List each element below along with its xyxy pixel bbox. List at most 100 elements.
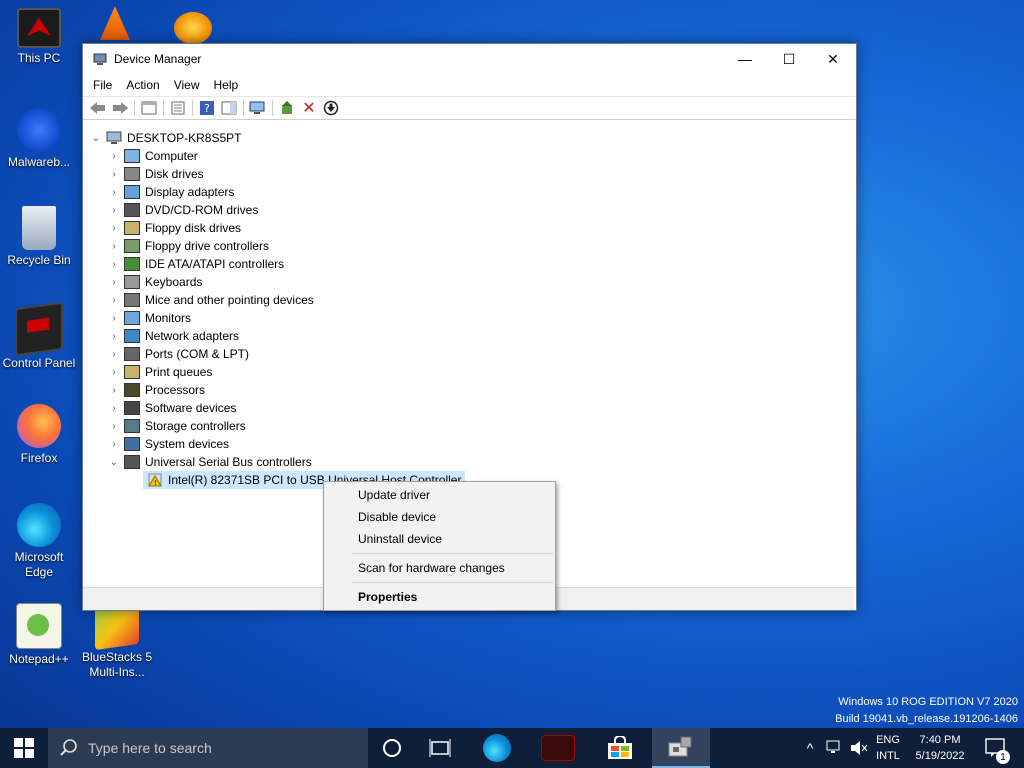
- title-bar[interactable]: Device Manager — ☐ ✕: [83, 44, 856, 74]
- properties-icon[interactable]: [167, 98, 189, 118]
- chevron-right-icon[interactable]: ›: [107, 439, 121, 450]
- download-driver-icon[interactable]: [320, 98, 342, 118]
- chevron-right-icon[interactable]: ›: [107, 187, 121, 198]
- store-bag-icon: [608, 736, 632, 759]
- taskbar-rog-app[interactable]: [534, 728, 582, 768]
- tree-item-label: Universal Serial Bus controllers: [145, 455, 312, 469]
- cortana-button[interactable]: [370, 728, 414, 768]
- chevron-right-icon[interactable]: ›: [107, 403, 121, 414]
- menu-help[interactable]: Help: [208, 78, 245, 92]
- minimize-button[interactable]: —: [723, 44, 767, 74]
- clock-time: 7:40 PM: [919, 734, 961, 746]
- desktop-icon-bluestacks[interactable]: BlueStacks 5 Multi-Ins...: [78, 599, 156, 680]
- tree-item-universal-serial-bus-controllers[interactable]: ⌄ Universal Serial Bus controllers: [107, 453, 312, 471]
- desktop-icon-notepadpp[interactable]: Notepad++: [0, 603, 78, 667]
- desktop-icon-label: Microsoft Edge: [14, 550, 64, 579]
- network-icon[interactable]: [824, 728, 846, 768]
- chevron-right-icon[interactable]: ›: [107, 385, 121, 396]
- volume-muted-icon[interactable]: [848, 728, 870, 768]
- cortana-circle-icon: [383, 739, 401, 757]
- chevron-right-icon[interactable]: ›: [107, 295, 121, 306]
- desktop-icon-recycle-bin[interactable]: Recycle Bin: [0, 206, 78, 268]
- chevron-right-icon[interactable]: ›: [107, 331, 121, 342]
- chevron-right-icon[interactable]: ›: [107, 151, 121, 162]
- tree-item-display-adapters[interactable]: › Display adapters: [107, 183, 234, 201]
- menu-item-uninstall-device[interactable]: Uninstall device: [358, 528, 442, 550]
- task-view-button[interactable]: [418, 728, 462, 768]
- maximize-button[interactable]: ☐: [767, 44, 811, 74]
- notification-center-button[interactable]: 1: [976, 728, 1016, 768]
- uninstall-device-icon[interactable]: ✕: [298, 98, 320, 118]
- tree-item-software-devices[interactable]: › Software devices: [107, 399, 236, 417]
- taskbar-store[interactable]: [596, 728, 644, 768]
- chevron-right-icon[interactable]: ›: [107, 349, 121, 360]
- tree-item-floppy-disk-drives[interactable]: › Floppy disk drives: [107, 219, 241, 237]
- chevron-up-icon[interactable]: ^: [800, 728, 820, 768]
- tree-root-label: DESKTOP-KR8S5PT: [127, 131, 242, 145]
- chevron-right-icon[interactable]: ›: [107, 241, 121, 252]
- show-hide-console-tree-icon[interactable]: [138, 98, 160, 118]
- chevron-down-icon[interactable]: ⌄: [89, 133, 103, 144]
- desktop-icon-this-pc[interactable]: This PC: [0, 8, 78, 66]
- back-arrow-icon[interactable]: [87, 98, 109, 118]
- tree-item-label: System devices: [145, 437, 230, 451]
- malwarebytes-icon: [17, 108, 61, 152]
- menu-item-disable-device[interactable]: Disable device: [358, 506, 436, 528]
- tree-item-disk-drives[interactable]: › Disk drives: [107, 165, 204, 183]
- desktop-icon-firefox[interactable]: Firefox: [0, 404, 78, 466]
- tree-item-ports-com-lpt[interactable]: › Ports (COM & LPT): [107, 345, 249, 363]
- chevron-right-icon[interactable]: ›: [107, 259, 121, 270]
- chevron-right-icon[interactable]: ›: [107, 421, 121, 432]
- clock[interactable]: 7:40 PM 5/19/2022: [908, 728, 972, 768]
- taskbar-device-manager[interactable]: [652, 728, 710, 768]
- chevron-right-icon[interactable]: ›: [107, 169, 121, 180]
- desktop-icon-control-panel[interactable]: Control Panel: [0, 301, 78, 371]
- computer-icon: [106, 131, 122, 145]
- tree-item-processors[interactable]: › Processors: [107, 381, 205, 399]
- chevron-right-icon[interactable]: ›: [107, 367, 121, 378]
- input-language-indicator[interactable]: ENG INTL: [872, 728, 904, 768]
- tree-item-network-adapters[interactable]: › Network adapters: [107, 327, 239, 345]
- tree-item-label: Display adapters: [145, 185, 235, 199]
- tree-root[interactable]: ⌄ DESKTOP-KR8S5PT: [89, 129, 242, 147]
- chevron-right-icon[interactable]: ›: [107, 223, 121, 234]
- tree-item-floppy-drive-controllers[interactable]: › Floppy drive controllers: [107, 237, 269, 255]
- desktop-icon-malwarebytes[interactable]: Malwareb...: [0, 108, 78, 170]
- control-panel-icon: [15, 301, 63, 357]
- chevron-right-icon[interactable]: ›: [107, 277, 121, 288]
- toolbar-separator: [163, 100, 164, 116]
- desktop-icon-edge[interactable]: Microsoft Edge: [0, 503, 78, 580]
- tree-item-print-queues[interactable]: › Print queues: [107, 363, 212, 381]
- scan-hardware-icon[interactable]: [247, 98, 269, 118]
- action-pane-icon[interactable]: [218, 98, 240, 118]
- tree-item-computer[interactable]: › Computer: [107, 147, 198, 165]
- chevron-right-icon[interactable]: ›: [107, 313, 121, 324]
- menu-action[interactable]: Action: [120, 78, 165, 92]
- help-icon[interactable]: ?: [196, 98, 218, 118]
- tree-item-ide-ata-atapi-controllers[interactable]: › IDE ATA/ATAPI controllers: [107, 255, 284, 273]
- tree-item-storage-controllers[interactable]: › Storage controllers: [107, 417, 246, 435]
- tree-item-monitors[interactable]: › Monitors: [107, 309, 191, 327]
- tree-item-system-devices[interactable]: › System devices: [107, 435, 229, 453]
- tree-item-keyboards[interactable]: › Keyboards: [107, 273, 202, 291]
- chevron-right-icon[interactable]: ›: [107, 205, 121, 216]
- menu-item-scan-hardware[interactable]: Scan for hardware changes: [358, 557, 505, 579]
- update-driver-icon[interactable]: [276, 98, 298, 118]
- tree-item-dvd-cd-rom-drives[interactable]: › DVD/CD-ROM drives: [107, 201, 258, 219]
- close-button[interactable]: ✕: [811, 44, 855, 74]
- app-icon[interactable]: [174, 12, 212, 44]
- forward-arrow-icon[interactable]: [109, 98, 131, 118]
- menu-item-update-driver[interactable]: Update driver: [358, 484, 430, 506]
- menu-item-properties[interactable]: Properties: [358, 586, 417, 608]
- chevron-down-icon[interactable]: ⌄: [107, 457, 121, 468]
- start-button[interactable]: [0, 728, 48, 768]
- device-category-icon: [124, 347, 140, 361]
- taskbar-search-box[interactable]: Type here to search: [48, 728, 368, 768]
- taskbar-edge[interactable]: [474, 728, 520, 768]
- menu-view[interactable]: View: [168, 78, 206, 92]
- tree-item-mice-and-other-pointing-devices[interactable]: › Mice and other pointing devices: [107, 291, 314, 309]
- rog-icon: [541, 735, 575, 761]
- menu-file[interactable]: File: [87, 78, 118, 92]
- vlc-icon[interactable]: [100, 6, 130, 40]
- toolbar-separator: [192, 100, 193, 116]
